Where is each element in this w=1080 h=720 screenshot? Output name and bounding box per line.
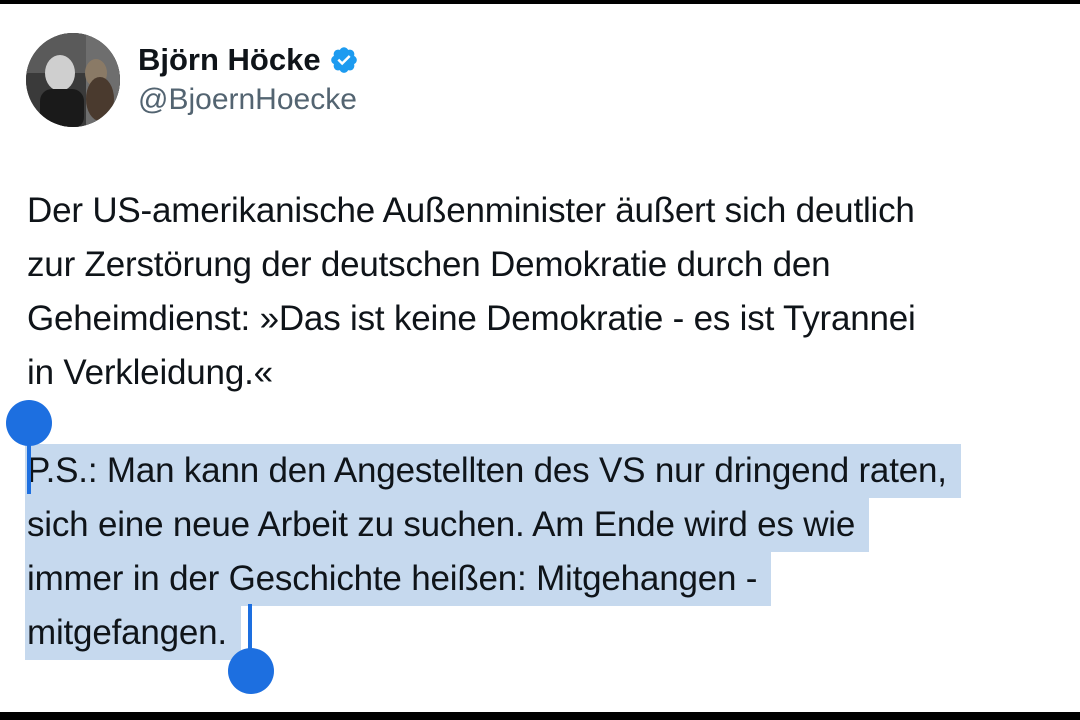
profile-photo <box>26 33 120 127</box>
avatar[interactable] <box>26 33 120 127</box>
selection-start-caret <box>27 434 31 494</box>
text-line: zur Zerstörung der deutschen Demokratie … <box>27 245 831 284</box>
tweet-card: Björn Höcke @BjoernHoecke Der US-amerika… <box>0 4 1080 712</box>
selected-text-line[interactable]: sich eine neue Arbeit zu suchen. Am Ende… <box>25 498 870 552</box>
name-row: Björn Höcke <box>138 41 359 79</box>
selected-text-line-wrap: immer in der Geschichte heißen: Mitgehan… <box>25 552 1057 606</box>
selected-text-line[interactable]: immer in der Geschichte heißen: Mitgehan… <box>25 552 772 606</box>
selection-end-handle[interactable] <box>228 648 274 694</box>
author-display-name[interactable]: Björn Höcke <box>138 41 321 79</box>
text-line: Der US-amerikanische Außenminister äußer… <box>27 191 915 230</box>
selected-text-line-wrap: P.S.: Man kann den Angestellten des VS n… <box>25 444 1057 498</box>
author-names: Björn Höcke @BjoernHoecke <box>138 41 359 119</box>
text-line: in Verkleidung.« <box>27 353 273 392</box>
selected-text-line-wrap: mitgefangen. <box>25 606 1057 660</box>
text-line: Geheimdienst: »Das ist keine Demokratie … <box>27 299 916 338</box>
tweet-text-paragraph-1: Der US-amerikanische Außenminister äußer… <box>27 184 1057 400</box>
tweet-text-paragraph-2-selected: P.S.: Man kann den Angestellten des VS n… <box>25 444 1057 660</box>
verified-badge-icon[interactable] <box>329 45 359 75</box>
selection-end-caret <box>248 604 252 652</box>
selected-text-line-wrap: sich eine neue Arbeit zu suchen. Am Ende… <box>25 498 1057 552</box>
author-handle[interactable]: @BjoernHoecke <box>138 81 359 119</box>
selected-text-line[interactable]: mitgefangen. <box>25 606 241 660</box>
selected-text-line[interactable]: P.S.: Man kann den Angestellten des VS n… <box>25 444 961 498</box>
tweet-header: Björn Höcke @BjoernHoecke <box>26 32 359 128</box>
